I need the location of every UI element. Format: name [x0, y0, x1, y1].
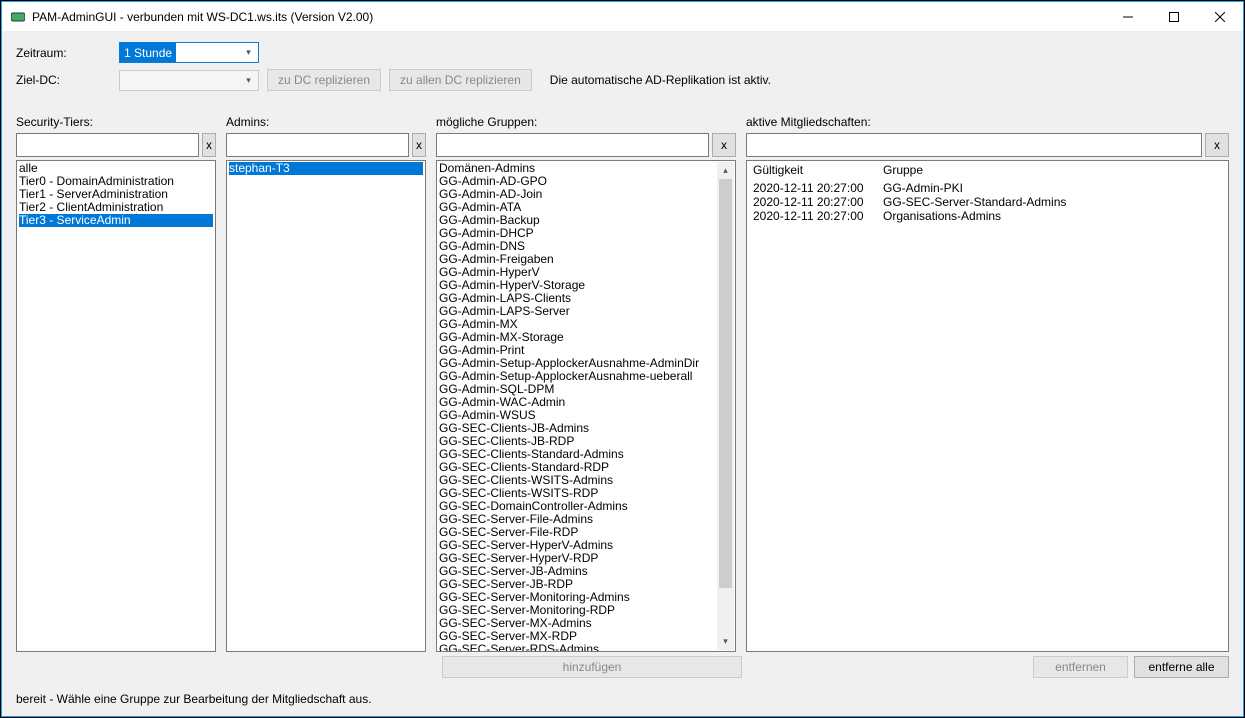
tiers-listbox[interactable]: alleTier0 - DomainAdministrationTier1 - …: [16, 160, 216, 652]
groups-scrollbar[interactable]: ▴ ▾: [717, 162, 734, 650]
admins-filter-clear-button[interactable]: x: [412, 133, 426, 157]
zeitraum-label: Zeitraum:: [16, 46, 111, 60]
membership-validity: 2020-12-11 20:27:00: [753, 181, 883, 195]
app-icon: [10, 9, 26, 25]
scroll-down-icon[interactable]: ▾: [717, 633, 734, 650]
window-title: PAM-AdminGUI - verbunden mit WS-DC1.ws.i…: [32, 10, 373, 24]
zieldc-label: Ziel-DC:: [16, 73, 111, 87]
replicate-all-button[interactable]: zu allen DC replizieren: [389, 69, 532, 91]
titlebar: PAM-AdminGUI - verbunden mit WS-DC1.ws.i…: [2, 2, 1243, 32]
membership-row[interactable]: 2020-12-11 20:27:00GG-SEC-Server-Standar…: [753, 195, 1222, 209]
maximize-button[interactable]: [1151, 2, 1197, 32]
membership-row[interactable]: 2020-12-11 20:27:00Organisations-Admins: [753, 209, 1222, 223]
memberships-listview[interactable]: Gültigkeit Gruppe 2020-12-11 20:27:00GG-…: [746, 160, 1229, 652]
tiers-label: Security-Tiers:: [16, 115, 226, 129]
close-button[interactable]: [1197, 2, 1243, 32]
chevron-down-icon: ▾: [241, 73, 256, 88]
groups-label: mögliche Gruppen:: [436, 115, 746, 129]
groups-filter-clear-button[interactable]: x: [712, 133, 736, 157]
list-item[interactable]: GG-SEC-Server-RDS-Admins: [439, 643, 717, 652]
tiers-filter-clear-button[interactable]: x: [202, 133, 216, 157]
status-bar: bereit - Wähle eine Gruppe zur Bearbeitu…: [16, 692, 1229, 706]
list-item[interactable]: stephan-T3: [229, 162, 423, 175]
list-item[interactable]: Tier3 - ServiceAdmin: [19, 214, 213, 227]
membership-group: GG-Admin-PKI: [883, 181, 1222, 195]
minimize-button[interactable]: [1105, 2, 1151, 32]
memberships-label: aktive Mitgliedschaften:: [746, 115, 871, 129]
remove-all-button[interactable]: entferne alle: [1134, 656, 1229, 678]
scroll-up-icon[interactable]: ▴: [717, 162, 734, 179]
admins-label: Admins:: [226, 115, 436, 129]
membership-validity: 2020-12-11 20:27:00: [753, 209, 883, 223]
groups-filter-input[interactable]: [436, 133, 709, 157]
zeitraum-combo[interactable]: 1 Stunde ▾: [119, 42, 259, 63]
admins-filter-input[interactable]: [226, 133, 409, 157]
replicate-dc-button[interactable]: zu DC replizieren: [267, 69, 381, 91]
tiers-filter-input[interactable]: [16, 133, 199, 157]
remove-button[interactable]: entfernen: [1033, 656, 1128, 678]
membership-group: Organisations-Admins: [883, 209, 1222, 223]
memberships-filter-clear-button[interactable]: x: [1205, 133, 1229, 157]
validity-header: Gültigkeit: [753, 163, 883, 177]
zeitraum-value: 1 Stunde: [120, 43, 176, 62]
memberships-filter-input[interactable]: [746, 133, 1202, 157]
membership-group: GG-SEC-Server-Standard-Admins: [883, 195, 1222, 209]
membership-validity: 2020-12-11 20:27:00: [753, 195, 883, 209]
replication-message: Die automatische AD-Replikation ist akti…: [550, 73, 771, 87]
admins-listbox[interactable]: stephan-T3: [226, 160, 426, 652]
zieldc-combo[interactable]: ▾: [119, 70, 259, 91]
groups-listbox[interactable]: Domänen-AdminsGG-Admin-AD-GPOGG-Admin-AD…: [436, 160, 736, 652]
chevron-down-icon: ▾: [241, 45, 256, 60]
client-area: Zeitraum: 1 Stunde ▾ Ziel-DC: ▾ zu DC re…: [2, 32, 1243, 716]
group-header: Gruppe: [883, 163, 1222, 177]
add-button[interactable]: hinzufügen: [442, 656, 742, 678]
main-window: PAM-AdminGUI - verbunden mit WS-DC1.ws.i…: [1, 1, 1244, 717]
membership-row[interactable]: 2020-12-11 20:27:00GG-Admin-PKI: [753, 181, 1222, 195]
scroll-thumb[interactable]: [719, 179, 732, 588]
